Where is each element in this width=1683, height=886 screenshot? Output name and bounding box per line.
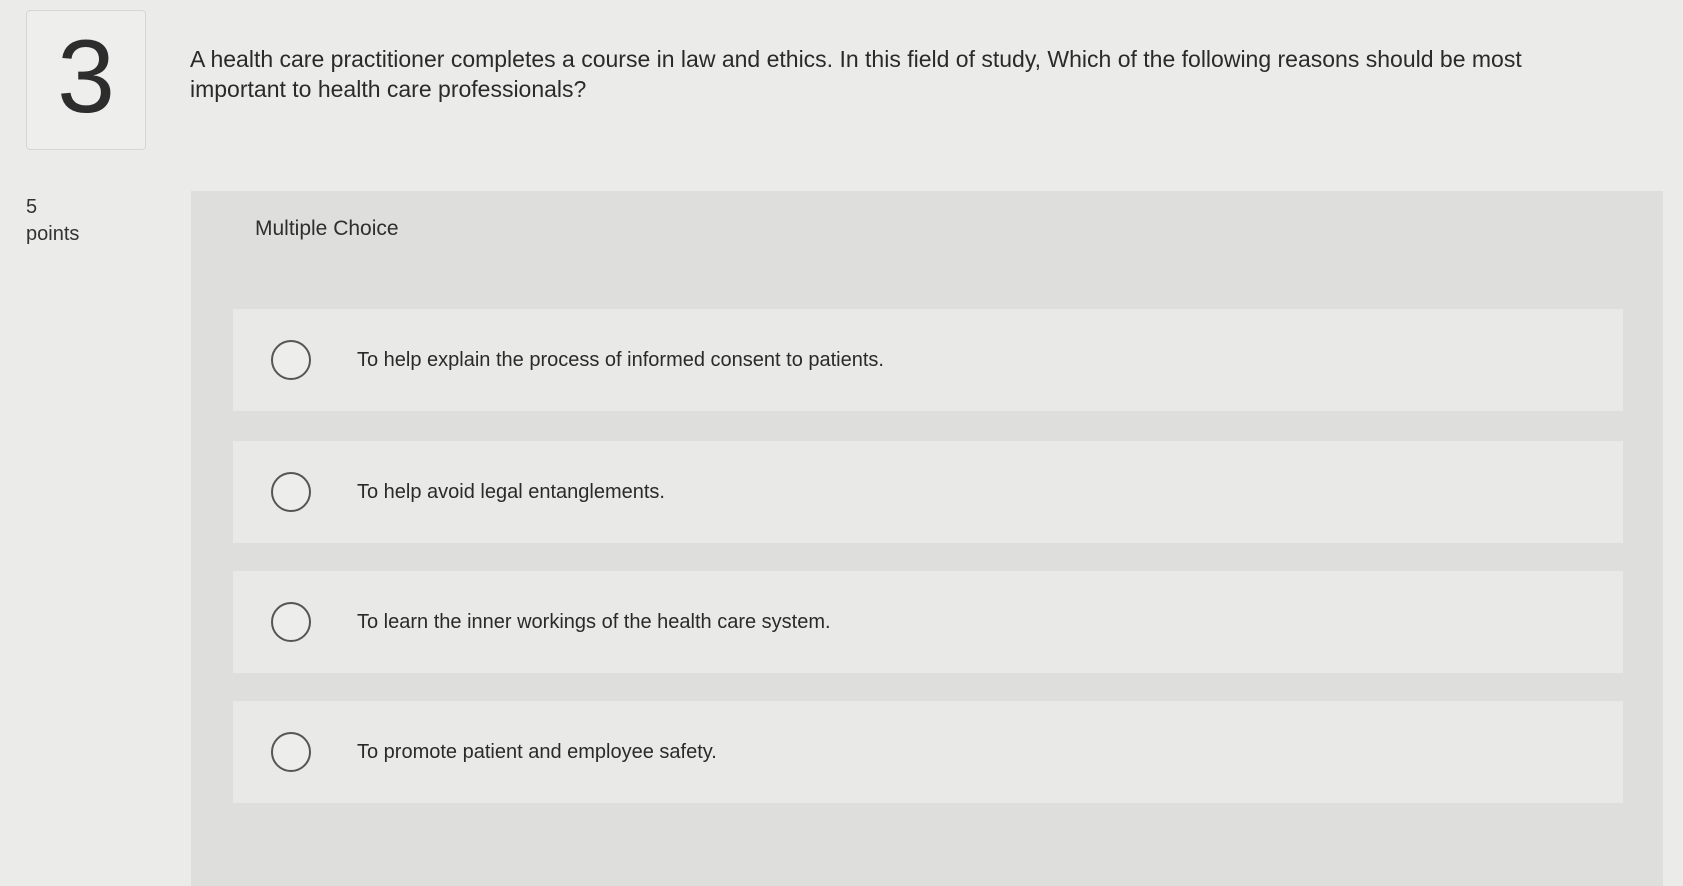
answer-choice-d[interactable]: To promote patient and employee safety. [233, 701, 1623, 803]
choice-label: To learn the inner workings of the healt… [357, 610, 831, 633]
radio-button-icon[interactable] [271, 732, 311, 772]
points-value: 5 [26, 196, 38, 218]
radio-button-icon[interactable] [271, 602, 311, 642]
question-prompt: A health care practitioner completes a c… [190, 46, 1522, 102]
radio-button-icon[interactable] [271, 472, 311, 512]
answer-choice-a[interactable]: To help explain the process of informed … [233, 309, 1623, 411]
answer-choice-c[interactable]: To learn the inner workings of the healt… [233, 571, 1623, 673]
points-block: 5 points [26, 194, 79, 248]
answer-choice-b[interactable]: To help avoid legal entanglements. [233, 441, 1623, 543]
choice-label: To help avoid legal entanglements. [357, 480, 665, 503]
choice-label: To help explain the process of informed … [357, 348, 884, 371]
radio-button-icon[interactable] [271, 340, 311, 380]
points-label: points [26, 223, 80, 245]
choice-label: To promote patient and employee safety. [357, 740, 717, 763]
question-number: 3 [57, 19, 115, 135]
question-number-box: 3 [26, 10, 146, 150]
question-type-label: Multiple Choice [255, 217, 399, 240]
answer-panel: Multiple Choice To help explain the proc… [191, 191, 1663, 886]
